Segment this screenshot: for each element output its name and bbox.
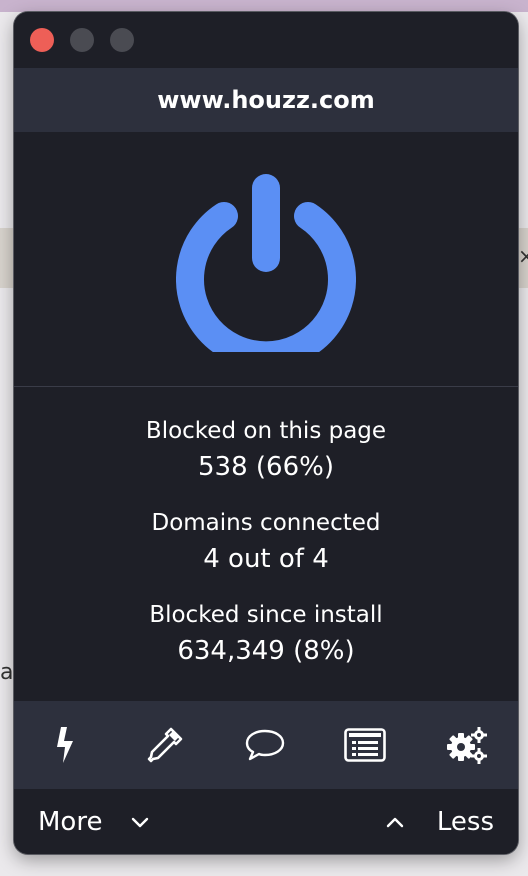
more-label: More [38, 807, 103, 837]
power-icon [176, 174, 356, 370]
window-titlebar [14, 12, 518, 68]
stats-section: Blocked on this page 538 (66%) Domains c… [14, 414, 518, 670]
site-domain: www.houzz.com [157, 86, 375, 114]
window-minimize-button[interactable] [70, 28, 94, 52]
stat-value: 634,349 (8%) [177, 636, 355, 666]
stat-blocked-page: Blocked on this page 538 (66%) [14, 414, 518, 486]
window-zoom-button[interactable] [110, 28, 134, 52]
section-divider [14, 386, 518, 387]
less-button[interactable]: Less [385, 805, 494, 839]
stat-label: Blocked on this page [145, 418, 387, 444]
gears-icon [447, 727, 487, 764]
eyedropper-icon [147, 727, 183, 763]
stat-value: 4 out of 4 [203, 544, 329, 574]
stat-value: 538 (66%) [198, 452, 334, 482]
settings-button[interactable] [432, 701, 502, 789]
speech-button[interactable] [230, 701, 300, 789]
blocker-popup: www.houzz.com Blocked on this page 538 (… [14, 12, 518, 854]
power-button[interactable] [176, 162, 356, 370]
list-icon [344, 728, 386, 762]
chevron-up-icon [386, 817, 404, 828]
more-button[interactable]: More [38, 805, 150, 839]
power-section [14, 132, 518, 386]
list-button[interactable] [330, 701, 400, 789]
site-header: www.houzz.com [14, 68, 518, 132]
background-text-fragment: a [0, 660, 14, 685]
stat-label: Blocked since install [149, 602, 383, 628]
lightning-button[interactable] [30, 701, 100, 789]
stat-label: Domains connected [151, 510, 381, 536]
less-label: Less [436, 807, 494, 837]
eyedropper-button[interactable] [130, 701, 200, 789]
stat-domains-connected: Domains connected 4 out of 4 [14, 506, 518, 578]
page-background-top [0, 0, 528, 12]
speech-bubble-icon [245, 729, 285, 761]
stat-blocked-install: Blocked since install 634,349 (8%) [14, 598, 518, 670]
tools-toolbar [14, 701, 518, 789]
lightning-icon [57, 727, 73, 763]
footer-bar: More Less [14, 789, 518, 854]
background-close-glyph: × [518, 244, 528, 268]
chevron-down-icon [132, 817, 149, 828]
window-close-button[interactable] [30, 28, 54, 52]
